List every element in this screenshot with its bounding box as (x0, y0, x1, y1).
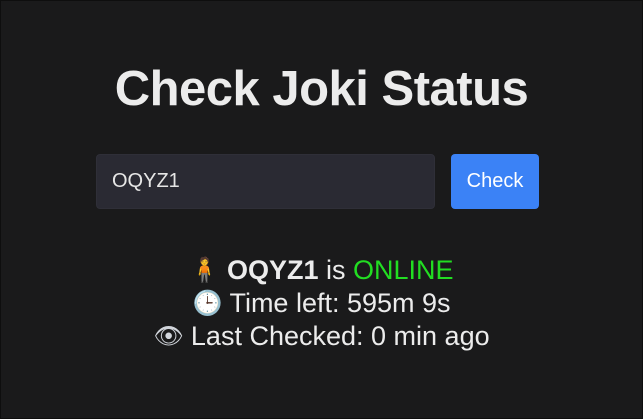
online-status-text: ONLINE (353, 255, 454, 285)
clock-icon: 🕒 (192, 289, 223, 317)
code-input[interactable] (96, 154, 435, 209)
time-left-label: Time left: (229, 288, 340, 318)
eye-icon: 👁 (153, 322, 184, 350)
status-username: OQYZ1 (226, 255, 319, 285)
last-checked-label: Last Checked: (190, 321, 364, 351)
page-title: Check Joki Status (114, 62, 529, 116)
status-connector: is (326, 255, 346, 285)
check-button[interactable]: Check (451, 154, 539, 209)
last-checked-line: 👁 Last Checked: 0 min ago (1, 320, 642, 353)
search-row: Check (96, 154, 541, 209)
online-status-line: 🧍 OQYZ1 is ONLINE (1, 254, 642, 287)
time-left-line: 🕒 Time left: 595m 9s (1, 287, 642, 320)
person-icon: 🧍 (189, 256, 220, 284)
last-checked-value: 0 min ago (371, 321, 490, 351)
time-left-value: 595m 9s (347, 288, 451, 318)
status-panel: 🧍 OQYZ1 is ONLINE 🕒 Time left: 595m 9s 👁… (1, 254, 642, 353)
